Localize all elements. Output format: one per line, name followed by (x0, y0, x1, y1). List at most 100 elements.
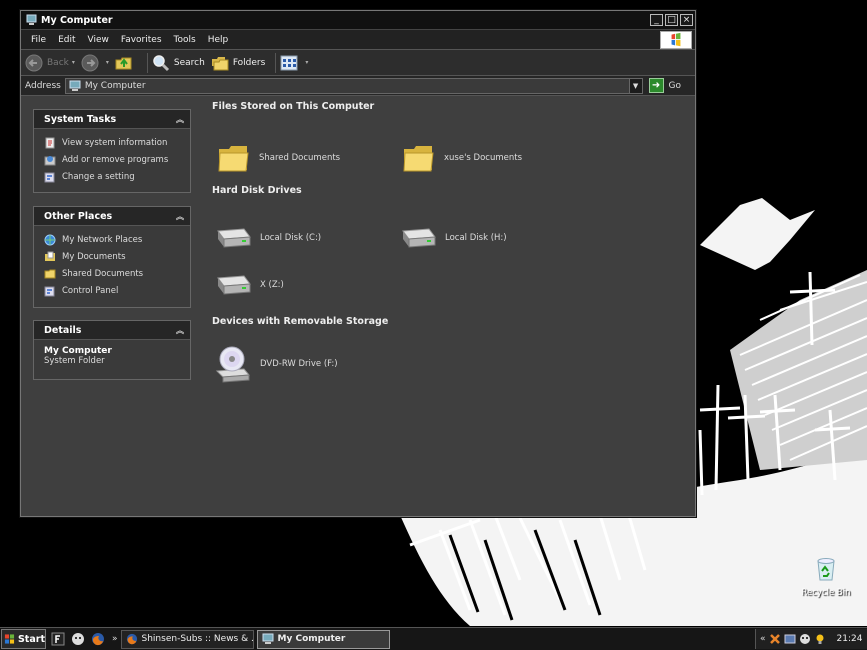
address-dropdown-icon[interactable]: ▼ (628, 78, 642, 93)
up-folder-icon (115, 57, 132, 69)
item-local-disk-c[interactable]: Local Disk (C:) (214, 225, 321, 251)
views-button[interactable]: ▾ (280, 55, 308, 71)
menu-tools[interactable]: Tools (168, 35, 202, 45)
address-field[interactable]: My Computer ▼ (64, 77, 643, 94)
place-my-documents-label: My Documents (62, 251, 126, 262)
task-view-system-info[interactable]: View system information (44, 134, 190, 151)
item-user-documents[interactable]: xuse's Documents (402, 141, 522, 175)
menu-help[interactable]: Help (202, 35, 235, 45)
address-label: Address (25, 80, 61, 91)
tray-network-icon[interactable] (784, 633, 796, 645)
collapse-chevron-icon[interactable]: ︽ (176, 325, 184, 336)
forward-button[interactable]: ▾ (81, 54, 109, 72)
go-arrow-icon: ➜ (648, 78, 664, 93)
search-label: Search (173, 57, 205, 68)
back-arrow-icon (25, 54, 43, 71)
other-places-title: Other Places (44, 210, 113, 222)
details-name: My Computer (44, 346, 112, 356)
toolbar: Back ▾ ▾ Search Folders ▾ (21, 50, 695, 76)
taskbar: Start » Shinsen-Subs :: News & ... My Co… (0, 627, 867, 650)
collapse-chevron-icon[interactable]: ︽ (176, 114, 184, 125)
forward-dropdown-icon[interactable]: ▾ (106, 59, 109, 66)
my-documents-icon (45, 251, 55, 261)
system-tasks-title: System Tasks (44, 113, 117, 125)
start-button[interactable]: Start (1, 629, 46, 649)
toolbar-separator (275, 52, 277, 73)
item-drive-z-label: X (Z:) (260, 280, 284, 290)
maximize-button[interactable]: □ (665, 14, 678, 26)
system-info-icon (45, 137, 55, 148)
go-button[interactable]: ➜ Go (648, 78, 681, 93)
group-drives-title: Hard Disk Drives (212, 185, 302, 196)
task-change-setting[interactable]: Change a setting (44, 168, 190, 185)
tray-lightbulb-icon[interactable] (814, 633, 826, 645)
task-my-computer[interactable]: My Computer (256, 629, 390, 649)
dvd-drive-icon (215, 346, 251, 383)
windows-logo-icon (660, 31, 692, 49)
folders-label: Folders (232, 57, 266, 68)
menu-edit[interactable]: Edit (52, 35, 81, 45)
details-header[interactable]: Details ︽ (34, 321, 190, 340)
folder-icon (403, 146, 434, 172)
menu-favorites[interactable]: Favorites (115, 35, 168, 45)
back-button[interactable]: Back ▾ (25, 54, 75, 72)
control-panel-icon (44, 172, 55, 182)
place-control-panel[interactable]: Control Panel (44, 282, 190, 299)
place-shared-documents[interactable]: Shared Documents (44, 265, 190, 282)
add-remove-programs-icon (44, 155, 56, 165)
quicklaunch-firefox[interactable] (90, 631, 106, 647)
tray-expand-button[interactable]: « (760, 634, 766, 644)
place-my-network-places[interactable]: My Network Places (44, 231, 190, 248)
address-value: My Computer (84, 80, 146, 91)
quicklaunch-app-2[interactable] (70, 631, 86, 647)
item-dvd-drive-label: DVD-RW Drive (F:) (260, 359, 338, 369)
folders-button[interactable]: Folders (211, 54, 266, 72)
content-area: System Tasks ︽ View system information A… (21, 97, 695, 516)
hard-drive-icon (217, 228, 251, 248)
recycle-bin-shortcut[interactable]: Recycle Bin (798, 555, 854, 598)
details-type: System Folder (44, 356, 105, 366)
system-tasks-header[interactable]: System Tasks ︽ (34, 110, 190, 129)
search-button[interactable]: Search (152, 54, 205, 72)
my-computer-icon (26, 14, 37, 25)
collapse-chevron-icon[interactable]: ︽ (176, 211, 184, 222)
item-shared-documents-label: Shared Documents (259, 153, 341, 163)
quicklaunch-overflow-icon[interactable]: » (112, 634, 118, 644)
quicklaunch-app-1[interactable] (50, 631, 66, 647)
back-dropdown-icon[interactable]: ▾ (72, 59, 75, 66)
views-dropdown-icon[interactable]: ▾ (305, 59, 308, 66)
menu-view[interactable]: View (82, 35, 115, 45)
my-computer-icon (262, 633, 274, 644)
desktop: Recycle Bin My Computer _ □ × File Edit … (0, 0, 867, 650)
address-bar: Address My Computer ▼ ➜ Go (21, 76, 695, 96)
item-local-disk-h-label: Local Disk (H:) (445, 233, 507, 243)
folder-icon (218, 146, 249, 172)
other-places-pane: Other Places ︽ My Network Places My Docu… (33, 206, 191, 308)
control-panel-icon (44, 286, 55, 296)
toolbar-separator (146, 52, 148, 73)
firefox-icon (126, 633, 137, 645)
tray-x-icon[interactable] (769, 633, 781, 645)
up-folder-button[interactable] (115, 54, 137, 72)
place-my-documents[interactable]: My Documents (44, 248, 190, 265)
windows-flag-icon (4, 634, 15, 644)
hard-drive-icon (217, 275, 251, 295)
item-user-documents-label: xuse's Documents (444, 153, 523, 163)
title-bar[interactable]: My Computer _ □ × (21, 11, 695, 30)
clock[interactable]: 21:24 (837, 634, 863, 644)
task-firefox-window[interactable]: Shinsen-Subs :: News & ... (120, 629, 254, 649)
minimize-button[interactable]: _ (650, 14, 663, 26)
other-places-header[interactable]: Other Places ︽ (34, 207, 190, 226)
item-drive-z[interactable]: X (Z:) (214, 272, 284, 298)
close-button[interactable]: × (680, 14, 693, 26)
item-shared-documents[interactable]: Shared Documents (217, 141, 340, 175)
menu-file[interactable]: File (25, 35, 52, 45)
views-icon (280, 55, 298, 70)
app-icon (51, 632, 65, 646)
item-dvd-drive[interactable]: DVD-RW Drive (F:) (214, 345, 338, 383)
item-local-disk-h[interactable]: Local Disk (H:) (399, 225, 507, 251)
tray-character-icon[interactable] (799, 633, 811, 645)
task-add-remove-programs[interactable]: Add or remove programs (44, 151, 190, 168)
place-control-panel-label: Control Panel (62, 285, 119, 296)
character-app-icon (72, 633, 84, 645)
